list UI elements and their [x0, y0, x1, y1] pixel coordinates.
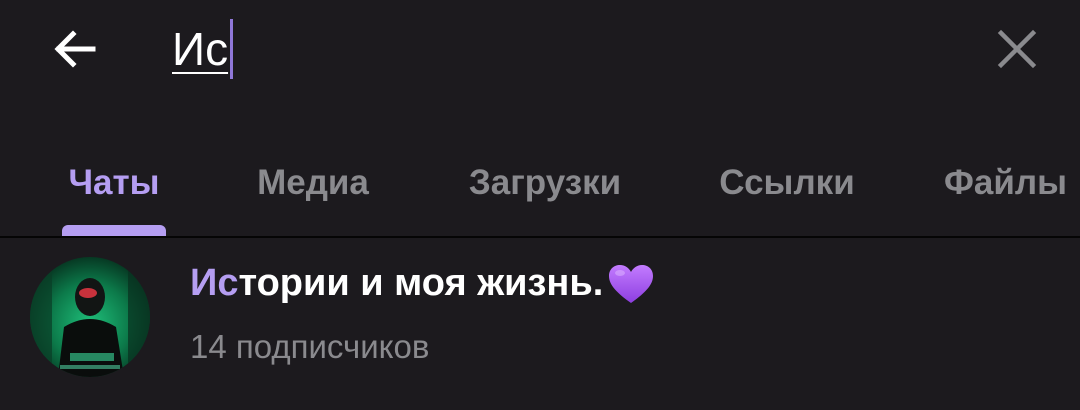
- arrow-left-icon: [54, 30, 96, 68]
- tab-media[interactable]: Медиа: [248, 130, 378, 236]
- tab-downloads[interactable]: Загрузки: [458, 130, 632, 236]
- search-tabs: Чаты Медиа Загрузки Ссылки Файлы: [0, 130, 1080, 236]
- chat-title-rest: тории и моя жизнь.: [238, 262, 604, 304]
- back-button[interactable]: [44, 18, 106, 80]
- chat-title: Ис тории и моя жизнь.: [190, 262, 655, 305]
- avatar-image: [30, 257, 150, 377]
- active-tab-indicator: [62, 225, 166, 236]
- chat-result-item[interactable]: Ис тории и моя жизнь. 14 подписчиков: [0, 238, 1080, 410]
- purple-heart-icon: [607, 263, 655, 305]
- close-icon: [997, 29, 1037, 69]
- tab-chats[interactable]: Чаты: [62, 130, 166, 236]
- tab-files[interactable]: Файлы: [944, 130, 1080, 236]
- tab-links[interactable]: Ссылки: [712, 130, 862, 236]
- avatar: [30, 257, 150, 377]
- search-query: Ис: [172, 23, 229, 75]
- subscriber-count: 14 подписчиков: [190, 328, 430, 365]
- clear-search-button[interactable]: [986, 18, 1048, 80]
- chat-title-match: Ис: [190, 262, 239, 304]
- text-caret: [230, 19, 234, 79]
- search-input[interactable]: Ис: [172, 18, 932, 80]
- search-screen: Ис Чаты Медиа Загрузки Ссылки Файлы Ис т…: [0, 0, 1080, 410]
